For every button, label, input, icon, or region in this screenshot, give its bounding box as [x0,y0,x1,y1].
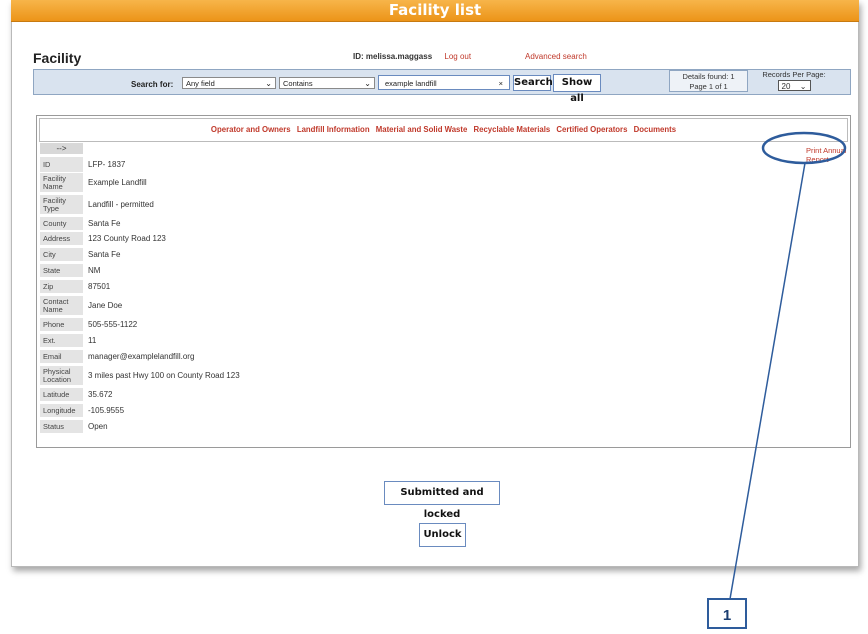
field-label: Physical Location [40,366,83,385]
field-value: Santa Fe [88,250,121,259]
field-value: 35.672 [88,390,113,399]
unlock-button[interactable]: Unlock [419,523,466,547]
clear-icon[interactable]: × [499,76,503,91]
logout-link[interactable]: Log out [444,52,471,61]
tab-bar: Operator and Owners Landfill Information… [39,118,848,142]
tab-recyclable-materials[interactable]: Recyclable Materials [473,125,550,134]
operator-select-value: Contains [283,79,313,88]
field-row-latitude: Latitude 35.672 [40,388,845,401]
page-indicator: Page 1 of 1 [689,82,728,91]
field-value: Landfill - permitted [88,200,154,209]
search-input[interactable]: example landfill × [378,75,510,90]
field-row-facility-name: Facility Name Example Landfill [40,173,845,192]
window-title-bar: Facility list [11,0,859,22]
field-value: -105.9555 [88,406,125,415]
field-label: Phone [40,318,83,331]
details-count: Details found: 1 [682,72,735,81]
tab-documents[interactable]: Documents [634,125,676,134]
details-found: Details found: 1 Page 1 of 1 [669,70,748,92]
tab-certified-operators[interactable]: Certified Operators [556,125,627,134]
field-label: Facility Name [40,173,83,192]
field-value: Open [88,422,108,431]
search-label: Search for: [131,80,174,89]
field-value: LFP- 1837 [88,160,126,169]
field-row-city: City Santa Fe [40,248,845,261]
field-label: State [40,264,83,277]
field-row-longitude: Longitude -105.9555 [40,404,845,417]
field-label: City [40,248,83,261]
page-title: Facility [33,50,82,66]
record-panel: Operator and Owners Landfill Information… [36,115,851,448]
field-label: County [40,217,83,230]
chevron-down-icon: ⌄ [364,79,371,88]
field-value: 123 County Road 123 [88,234,166,243]
field-row-phone: Phone 505-555-1122 [40,318,845,331]
field-value: 87501 [88,282,111,291]
field-row-status: Status Open [40,420,845,433]
tab-landfill-information[interactable]: Landfill Information [297,125,370,134]
field-label: Zip [40,280,83,293]
records-per-page-label: Records Per Page: [762,70,826,79]
field-label: Address [40,232,83,245]
tab-operator-owners[interactable]: Operator and Owners [211,125,291,134]
field-label: Status [40,420,83,433]
chevron-down-icon: ⌄ [799,82,807,91]
field-value: 505-555-1122 [88,320,138,329]
field-row-ext: Ext. 11 [40,334,845,347]
records-per-page: Records Per Page: 20 ⌄ [755,70,833,92]
submitted-and-locked-button[interactable]: Submitted and locked [384,481,500,520]
field-row-email: Email manager@examplelandfill.org [40,350,845,363]
field-label: Contact Name [40,296,83,315]
field-label: Ext. [40,334,83,347]
field-row-state: State NM [40,264,845,277]
field-row-zip: Zip 87501 [40,280,845,293]
field-label: ID [40,157,83,172]
field-select[interactable]: Any field ⌄ [182,77,276,89]
search-button[interactable]: Search [513,75,553,91]
field-select-value: Any field [186,79,215,88]
field-label: Longitude [40,404,83,417]
field-row-physical-location: Physical Location 3 miles past Hwy 100 o… [40,366,845,385]
chevron-down-icon: ⌄ [265,79,272,88]
field-value: manager@examplelandfill.org [88,352,195,361]
field-label: Facility Type [40,195,83,214]
field-row-id: ID LFP- 1837 [40,157,845,172]
records-per-page-value: 20 [781,82,791,91]
field-row-facility-type: Facility Type Landfill - permitted [40,195,845,214]
field-value: 3 miles past Hwy 100 on County Road 123 [88,371,240,380]
field-value: Jane Doe [88,301,123,310]
expand-arrow[interactable]: --> [40,143,83,154]
records-per-page-select[interactable]: 20 ⌄ [777,80,811,91]
operator-select[interactable]: Contains ⌄ [279,77,375,89]
callout-number-badge: 1 [707,598,747,629]
field-row-county: County Santa Fe [40,217,845,230]
field-label: Latitude [40,388,83,401]
field-value: NM [88,266,101,275]
field-value: Santa Fe [88,219,121,228]
tab-material-solid-waste[interactable]: Material and Solid Waste [376,125,468,134]
search-input-value: example landfill [385,79,437,88]
show-all-button[interactable]: Show all [553,74,601,104]
user-id: ID: melissa.maggass [353,52,433,61]
field-row-contact-name: Contact Name Jane Doe [40,296,845,315]
field-row-address: Address 123 County Road 123 [40,232,845,245]
field-value: Example Landfill [88,178,147,187]
advanced-search-link[interactable]: Advanced search [525,52,587,61]
user-info: ID: melissa.maggass Log out [353,52,471,61]
field-value: 11 [88,336,97,345]
field-label: Email [40,350,83,363]
